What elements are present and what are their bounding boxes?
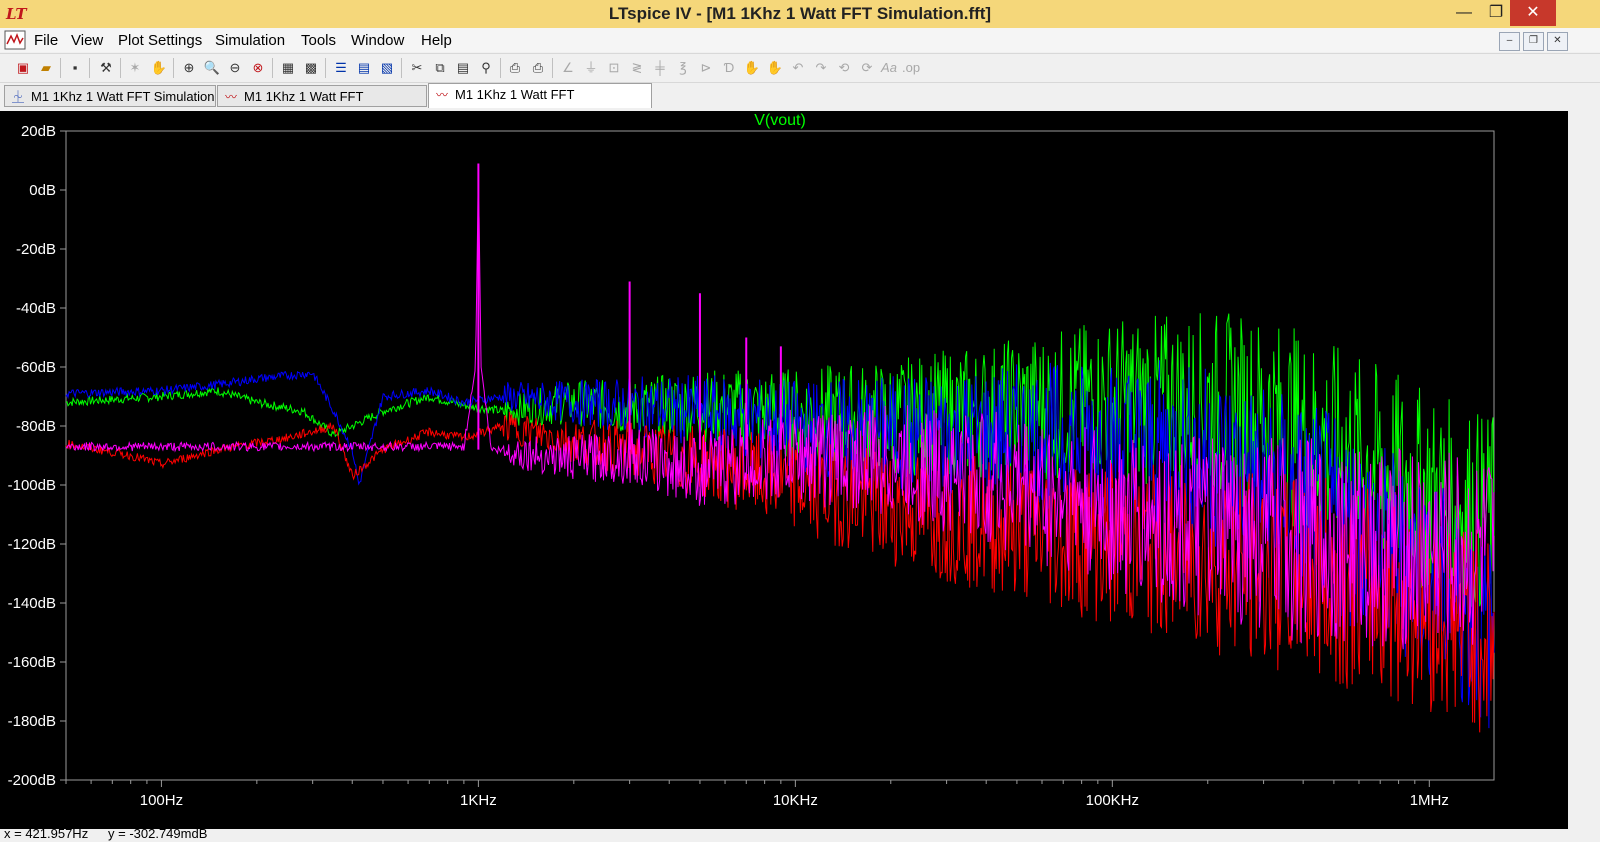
- spice-directive-icon[interactable]: .op: [902, 59, 920, 77]
- pan-hand-icon[interactable]: ✋: [150, 59, 168, 77]
- minimize-button[interactable]: —: [1446, 0, 1482, 26]
- label-net-icon[interactable]: ⊡: [605, 59, 623, 77]
- y-tick-label: 0dB: [29, 182, 56, 199]
- find-binoculars-icon[interactable]: ⚲: [477, 59, 495, 77]
- menu-plot-settings[interactable]: Plot Settings: [118, 32, 202, 49]
- document-tab-bar: ⏈ M1 1Khz 1 Watt FFT Simulation 〰 M1 1Kh…: [0, 83, 1600, 126]
- cursor-x-readout: x = 421.957Hz: [4, 829, 89, 841]
- status-bar: x = 421.957Hz y = -302.749mdB: [0, 829, 1600, 842]
- draw-wire-icon[interactable]: ∠: [559, 59, 577, 77]
- close-button[interactable]: ✕: [1510, 0, 1556, 26]
- zoom-area-icon[interactable]: ⊕: [180, 59, 198, 77]
- autorange-icon[interactable]: ▦: [279, 59, 297, 77]
- y-tick-label: -200dB: [8, 772, 56, 789]
- y-tick-label: -40dB: [16, 300, 56, 317]
- x-axis-ticks: 100Hz 1KHz 10KHz 100KHz 1MHz: [65, 780, 1449, 809]
- copy-icon[interactable]: ⧉: [431, 59, 449, 77]
- drag-hand-icon[interactable]: ✋: [766, 59, 784, 77]
- toolbar: ▣ ▰ ▪ ⚒ ✶ ✋ ⊕ 🔍 ⊖ ⊗ ▦ ▩ ☰ ▤ ▧ ✂ ⧉ ▤ ⚲ ⎙ …: [0, 53, 1600, 83]
- ground-icon[interactable]: ⏚: [582, 59, 600, 77]
- control-panel-icon[interactable]: ⚒: [97, 59, 115, 77]
- tab-fft[interactable]: 〰 M1 1Khz 1 Watt FFT Simulation.fft: [428, 83, 652, 124]
- redo-icon[interactable]: ↷: [812, 59, 830, 77]
- text-icon[interactable]: Aa: [880, 59, 898, 77]
- y-tick-label: -20dB: [16, 241, 56, 258]
- rotate-icon[interactable]: ⟲: [835, 59, 853, 77]
- window-title: LTspice IV - [M1 1Khz 1 Watt FFT Simulat…: [608, 4, 992, 23]
- right-gutter: [1568, 111, 1600, 829]
- menu-window[interactable]: Window: [351, 32, 404, 49]
- tile-vertical-icon[interactable]: ▤: [355, 59, 373, 77]
- title-bar: LT LTspice IV - [M1 1Khz 1 Watt FFT Simu…: [0, 0, 1600, 29]
- schematic-icon: ⏈: [11, 90, 24, 104]
- manual-limits-icon[interactable]: ▩: [302, 59, 320, 77]
- zoom-in-icon[interactable]: 🔍: [203, 59, 221, 77]
- capacitor-icon[interactable]: ╪: [651, 59, 669, 77]
- y-tick-label: 20dB: [21, 123, 56, 140]
- zoom-out-icon[interactable]: ⊖: [226, 59, 244, 77]
- x-tick-label: 1MHz: [1410, 792, 1449, 809]
- mdi-minimize-button[interactable]: –: [1499, 32, 1520, 51]
- cascade-icon[interactable]: ▧: [378, 59, 396, 77]
- diode-icon[interactable]: ⊳: [697, 59, 715, 77]
- y-tick-label: -160dB: [8, 654, 56, 671]
- tab-label: M1 1Khz 1 Watt FFT Simulation: [31, 89, 215, 104]
- menu-help[interactable]: Help: [421, 32, 452, 49]
- y-tick-label: -180dB: [8, 713, 56, 730]
- x-tick-label: 100Hz: [140, 792, 183, 809]
- y-axis-ticks: 20dB 0dB -20dB -40dB -60dB -80dB -100dB -120dB -…: [8, 123, 66, 789]
- fft-chart[interactable]: V(vout) 20dB 0dB -20dB -40dB -60dB -80dB -100d…: [0, 111, 1568, 829]
- menu-file[interactable]: File: [34, 32, 58, 49]
- move-hand-icon[interactable]: ✋: [743, 59, 761, 77]
- menu-bar: File View Plot Settings Simulation Tools…: [0, 28, 1600, 52]
- menu-simulation[interactable]: Simulation: [215, 32, 285, 49]
- menu-view[interactable]: View: [71, 32, 103, 49]
- waveform-icon: 〰: [224, 90, 237, 104]
- cursor-y-readout: y = -302.749mdB: [108, 829, 208, 841]
- inductor-icon[interactable]: ℥: [674, 59, 692, 77]
- y-tick-label: -80dB: [16, 418, 56, 435]
- print-setup-icon[interactable]: ⎙: [506, 59, 524, 77]
- component-icon[interactable]: Ɗ: [720, 59, 738, 77]
- tile-horizontal-icon[interactable]: ☰: [332, 59, 350, 77]
- menu-tools[interactable]: Tools: [301, 32, 336, 49]
- print-icon[interactable]: ⎙: [529, 59, 547, 77]
- waveform-document-icon[interactable]: [4, 30, 26, 50]
- zoom-fit-icon[interactable]: ⊗: [249, 59, 267, 77]
- tab-schematic[interactable]: ⏈ M1 1Khz 1 Watt FFT Simulation: [4, 85, 216, 107]
- cut-icon[interactable]: ✂: [408, 59, 426, 77]
- y-tick-label: -60dB: [16, 359, 56, 376]
- save-icon[interactable]: ▪: [66, 59, 84, 77]
- resistor-icon[interactable]: ≷: [628, 59, 646, 77]
- y-tick-label: -140dB: [8, 595, 56, 612]
- tab-waveform[interactable]: 〰 M1 1Khz 1 Watt FFT Simulation: [217, 85, 427, 126]
- y-tick-label: -120dB: [8, 536, 56, 553]
- undo-icon[interactable]: ↶: [789, 59, 807, 77]
- new-schematic-icon[interactable]: ▣: [14, 59, 32, 77]
- waveform-plot-pane[interactable]: V(vout) 20dB 0dB -20dB -40dB -60dB -80dB -100d…: [0, 111, 1568, 829]
- trace-label-vout[interactable]: V(vout): [754, 112, 806, 129]
- paste-icon[interactable]: ▤: [454, 59, 472, 77]
- mdi-close-button[interactable]: ✕: [1547, 32, 1568, 51]
- waveform-icon: 〰: [435, 88, 448, 102]
- x-tick-label: 100KHz: [1086, 792, 1139, 809]
- mirror-icon[interactable]: ⟳: [858, 59, 876, 77]
- maximize-button[interactable]: ❐: [1478, 0, 1514, 26]
- run-icon[interactable]: ✶: [126, 59, 144, 77]
- mdi-restore-button[interactable]: ❐: [1523, 32, 1544, 51]
- open-folder-icon[interactable]: ▰: [37, 59, 55, 77]
- y-tick-label: -100dB: [8, 477, 56, 494]
- x-tick-label: 10KHz: [773, 792, 818, 809]
- x-tick-label: 1KHz: [460, 792, 497, 809]
- trace-series: [65, 163, 1495, 733]
